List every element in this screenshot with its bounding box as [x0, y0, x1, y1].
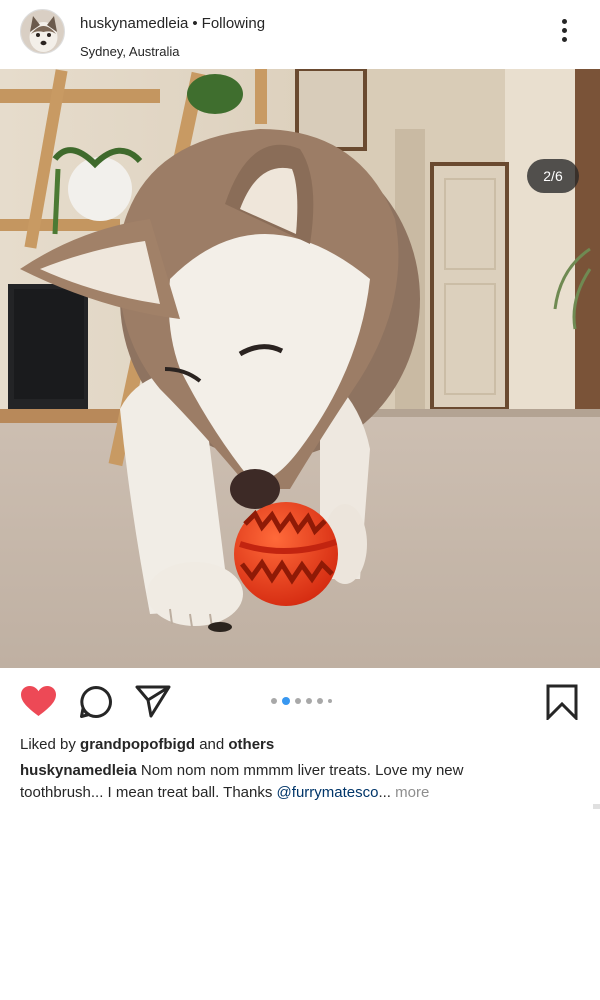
following-button[interactable]: Following: [202, 15, 265, 32]
bookmark-icon: [546, 684, 578, 722]
scroll-indicator: [593, 804, 600, 809]
action-bar: [0, 668, 600, 730]
separator-dot: •: [192, 15, 198, 32]
comment-icon: [80, 686, 112, 718]
username-line: huskynamedleia • Following: [80, 15, 265, 32]
caption-ellipsis: ...: [378, 784, 391, 801]
photo-counter: 2/6: [527, 159, 579, 193]
heart-filled-icon: [21, 686, 56, 716]
save-button[interactable]: [546, 684, 578, 725]
likes-others[interactable]: others: [228, 736, 274, 753]
carousel-dot: [317, 698, 323, 704]
more-options-button[interactable]: [552, 16, 576, 48]
likes-conjunction: and: [199, 736, 225, 753]
more-dot: [561, 37, 567, 42]
post-caption: huskynamedleia Nom nom nom mmmm liver tr…: [20, 760, 490, 804]
caption-username[interactable]: huskynamedleia: [20, 762, 137, 779]
username-link[interactable]: huskynamedleia: [80, 15, 188, 32]
carousel-dot: [271, 698, 277, 704]
carousel-dot: [328, 699, 332, 703]
likes-summary[interactable]: Liked by grandpopofbigd and others: [20, 736, 274, 753]
more-vertical-icon: [561, 19, 567, 24]
post-photo[interactable]: 2/6: [0, 69, 600, 668]
location-link[interactable]: Sydney, Australia: [80, 44, 179, 59]
husky-avatar-icon: [21, 10, 64, 53]
husky-photo: [0, 69, 600, 668]
post-header: huskynamedleia • Following Sydney, Austral…: [0, 0, 600, 68]
like-button[interactable]: [20, 685, 57, 723]
caption-more-link[interactable]: more: [395, 784, 429, 801]
carousel-dot-active: [282, 697, 290, 705]
profile-avatar[interactable]: [20, 9, 65, 54]
paper-plane-icon: [135, 685, 171, 718]
likes-prefix: Liked by: [20, 736, 76, 753]
liker-username[interactable]: grandpopofbigd: [80, 736, 195, 753]
carousel-indicator: [271, 697, 332, 705]
caption-mention[interactable]: @furrymatesco: [277, 784, 379, 801]
comment-button[interactable]: [79, 685, 113, 724]
share-button[interactable]: [135, 685, 171, 723]
carousel-dot: [295, 698, 301, 704]
carousel-dot: [306, 698, 312, 704]
more-dot: [561, 28, 567, 33]
